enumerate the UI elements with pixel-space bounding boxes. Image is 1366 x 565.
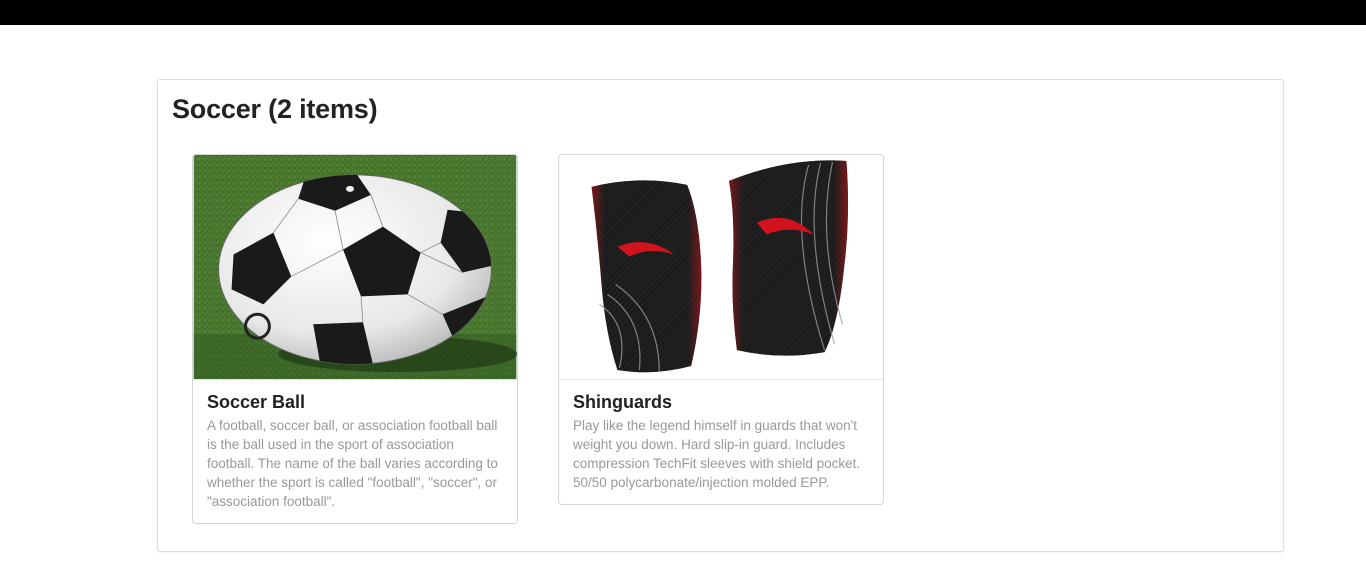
category-title: Soccer (2 items) — [172, 94, 378, 124]
category-panel: Soccer (2 items) Soccer Ball A football,… — [157, 79, 1284, 552]
product-description: A football, soccer ball, or association … — [207, 418, 498, 509]
product-card-shinguards[interactable]: Shinguards Play like the legend himself … — [558, 154, 884, 505]
product-card-soccer-ball[interactable]: Soccer Ball A football, soccer ball, or … — [192, 154, 518, 524]
top-navbar — [0, 0, 1366, 25]
soccer-ball-image[interactable] — [193, 155, 517, 380]
product-name[interactable]: Soccer Ball — [207, 392, 503, 413]
product-body: Shinguards Play like the legend himself … — [559, 380, 883, 502]
product-name[interactable]: Shinguards — [573, 392, 869, 413]
shinguards-image[interactable] — [559, 155, 883, 380]
product-description: Play like the legend himself in guards t… — [573, 418, 861, 490]
product-body: Soccer Ball A football, soccer ball, or … — [193, 380, 517, 521]
